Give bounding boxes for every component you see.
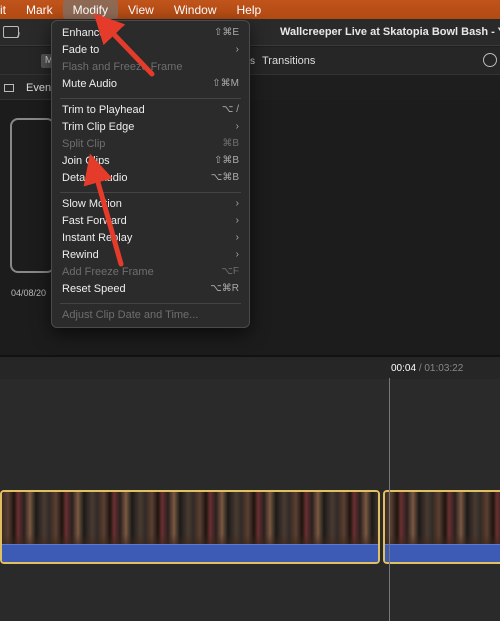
menu-bar: it Mark Modify View Window Help	[0, 0, 500, 19]
menu-item-detach-audio[interactable]: Detach Audio ⌥⌘B	[52, 170, 249, 187]
modify-menu: Enhance ⇧⌘E Fade to › Flash and Freeze Fra…	[51, 20, 250, 328]
time-separator: /	[418, 363, 422, 374]
chevron-right-icon: ›	[235, 44, 239, 55]
window-title: Wallcreeper Live at Skatopia Bowl Bash -…	[280, 26, 500, 38]
total-time: 01:03:22	[424, 363, 464, 374]
menu-item-trim-to-playhead[interactable]: Trim to Playhead ⌥ /	[52, 102, 249, 119]
menu-item-fast-forward[interactable]: Fast Forward ›	[52, 213, 249, 230]
clip-date: 04/08/20	[11, 288, 47, 298]
menu-separator	[60, 98, 241, 99]
menu-item-slow-motion[interactable]: Slow Motion ›	[52, 196, 249, 213]
clip-audio-waveform	[2, 544, 378, 562]
menu-separator	[60, 192, 241, 193]
timecode-display: 00:04 / 01:03:22	[391, 363, 463, 374]
menu-item-enhance[interactable]: Enhance ⇧⌘E	[52, 25, 249, 42]
playhead[interactable]	[389, 378, 390, 621]
tab-transitions[interactable]: Transitions	[262, 55, 315, 67]
menu-item-mute-audio[interactable]: Mute Audio ⇧⌘M	[52, 76, 249, 93]
chevron-right-icon: ›	[235, 249, 239, 260]
chevron-right-icon: ›	[235, 215, 239, 226]
clip-video-frames	[385, 492, 500, 548]
info-icon[interactable]	[483, 53, 497, 67]
timeline-clip[interactable]	[383, 490, 500, 564]
chevron-right-icon: ›	[235, 121, 239, 132]
menu-item-rewind[interactable]: Rewind ›	[52, 247, 249, 264]
menu-item-fade-to[interactable]: Fade to ›	[52, 42, 249, 59]
menu-item-split-clip: Split Clip ⌘B	[62, 138, 239, 150]
timeline-clip[interactable]	[0, 490, 380, 564]
clip-audio-waveform	[385, 544, 500, 562]
music-note-icon[interactable]: ♪	[16, 29, 21, 40]
menu-item-help[interactable]: Help	[227, 0, 272, 19]
menu-item-instant-replay[interactable]: Instant Replay ›	[52, 230, 249, 247]
menu-item-window[interactable]: Window	[164, 0, 227, 19]
menu-item-edit[interactable]: it	[0, 0, 16, 19]
tab-titles-fragment[interactable]: s	[250, 56, 255, 67]
menu-separator	[60, 303, 241, 304]
menu-item-join-clips[interactable]: Join Clips ⇧⌘B	[52, 153, 249, 170]
sidebar-toggle-icon[interactable]	[4, 84, 14, 92]
menu-item-add-freeze-frame: Add Freeze Frame ⌥F	[62, 266, 239, 278]
chevron-right-icon: ›	[235, 198, 239, 209]
menu-item-trim-clip-edge[interactable]: Trim Clip Edge ›	[52, 119, 249, 136]
menu-item-view[interactable]: View	[118, 0, 164, 19]
menu-item-flash-freeze: Flash and Freeze Frame	[62, 61, 183, 73]
clip-video-frames	[2, 492, 378, 548]
chevron-right-icon: ›	[235, 232, 239, 243]
current-time: 00:04	[391, 363, 417, 374]
menu-item-adjust-clip-date: Adjust Clip Date and Time...	[62, 309, 199, 321]
menu-item-reset-speed[interactable]: Reset Speed ⌥⌘R	[52, 281, 249, 298]
menu-item-modify[interactable]: Modify	[62, 0, 119, 19]
menu-item-mark[interactable]: Mark	[16, 0, 63, 19]
clip-thumbnail[interactable]	[10, 118, 55, 273]
